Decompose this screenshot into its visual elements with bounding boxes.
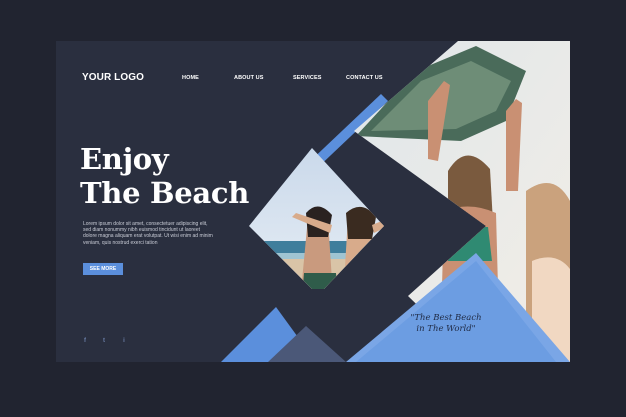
quote-line2: in The World" xyxy=(416,324,476,334)
nav-services[interactable]: SERVICES xyxy=(293,75,322,81)
beach-quote: "The Best Beach in The World" xyxy=(386,313,506,335)
facebook-icon[interactable]: f xyxy=(81,337,89,345)
logo[interactable]: YOUR LOGO xyxy=(82,72,144,83)
see-more-button[interactable]: SEE MORE xyxy=(83,263,123,275)
twitter-icon[interactable]: t xyxy=(100,337,108,345)
hero-title-line1: Enjoy xyxy=(80,142,169,176)
nav-contact-us[interactable]: CONTACT US xyxy=(346,75,383,81)
quote-line1: "The Best Beach xyxy=(410,313,482,323)
nav-about-us[interactable]: ABOUT US xyxy=(234,75,264,81)
hero-body-text: Lorem ipsum dolor sit amet, consectetuer… xyxy=(83,221,213,246)
hero-title: Enjoy The Beach xyxy=(80,142,249,210)
nav-home[interactable]: HOME xyxy=(182,75,199,81)
hero-title-line2: The Beach xyxy=(80,176,250,210)
beach-photo-left xyxy=(249,148,384,289)
landing-page-panel: YOUR LOGO HOME ABOUT US SERVICES CONTACT… xyxy=(56,41,570,362)
instagram-icon[interactable]: i xyxy=(120,337,128,345)
